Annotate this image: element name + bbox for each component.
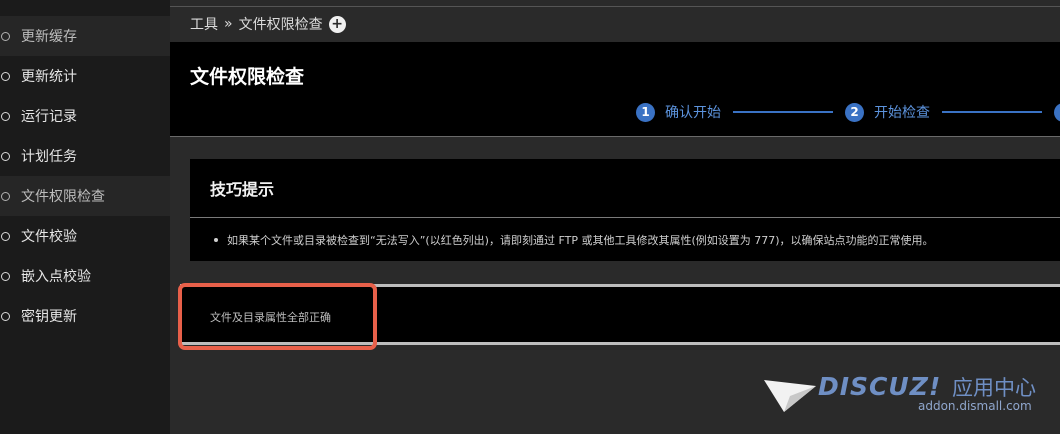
circle-bullet-icon	[1, 111, 10, 121]
breadcrumb: 工具 » 文件权限检查 +	[190, 14, 346, 34]
sidebar-item-run-log[interactable]: 运行记录	[0, 96, 170, 136]
circle-bullet-icon	[1, 311, 10, 321]
tips-panel: 技巧提示 如果某个文件或目录被检查到“无法写入”(以红色列出)，请即刻通过 FT…	[190, 159, 1060, 261]
step-number: 1	[636, 102, 655, 122]
sidebar-item-label: 嵌入点校验	[21, 269, 91, 285]
circle-bullet-icon	[1, 71, 10, 81]
paper-plane-logo-icon	[764, 380, 816, 412]
tips-title: 技巧提示	[190, 159, 1060, 217]
sidebar-item-label: 文件校验	[21, 229, 77, 245]
circle-bullet-icon	[1, 271, 10, 281]
sidebar-item-label: 计划任务	[21, 149, 77, 165]
top-divider	[170, 6, 1060, 7]
watermark: DISCUZ! 应用中心 addon.dismall.com	[762, 370, 1052, 430]
step-indicator: 1 确认开始 2 开始检查 3	[636, 102, 1060, 122]
sidebar-item-label: 更新缓存	[21, 29, 77, 45]
circle-bullet-icon	[1, 231, 10, 241]
page-title: 文件权限检查	[190, 66, 305, 88]
bullet-dot-icon	[214, 237, 218, 242]
step-connector	[733, 111, 833, 113]
sidebar-item-update-cache[interactable]: 更新缓存	[0, 16, 170, 56]
sidebar-item-update-stats[interactable]: 更新统计	[0, 56, 170, 96]
add-shortcut-icon[interactable]: +	[328, 15, 346, 33]
sidebar-item-file-permission-check[interactable]: 文件权限检查	[0, 176, 170, 216]
tips-text: 如果某个文件或目录被检查到“无法写入”(以红色列出)，请即刻通过 FTP 或其他…	[227, 233, 934, 247]
circle-bullet-icon	[1, 191, 10, 201]
step-label-check: 开始检查	[874, 105, 930, 121]
annotation-highlight-box	[178, 283, 377, 350]
watermark-brand: DISCUZ!	[818, 372, 942, 401]
step-number: 3	[1054, 102, 1060, 122]
circle-bullet-icon	[1, 31, 10, 41]
step-connector	[942, 111, 1042, 113]
page-header: 文件权限检查 1 确认开始 2 开始检查 3	[170, 42, 1060, 137]
sidebar-item-label: 运行记录	[21, 109, 77, 125]
sidebar-item-file-verify[interactable]: 文件校验	[0, 216, 170, 256]
sidebar-item-label: 文件权限检查	[21, 189, 105, 205]
sidebar-item-label: 密钥更新	[21, 309, 77, 325]
sidebar-item-hook-verify[interactable]: 嵌入点校验	[0, 256, 170, 296]
sidebar-item-scheduled-tasks[interactable]: 计划任务	[0, 136, 170, 176]
main-content: 工具 » 文件权限检查 + 文件权限检查 1 确认开始 2 开始检查 3 技巧提…	[170, 0, 1060, 434]
watermark-cn: 应用中心	[952, 376, 1036, 400]
breadcrumb-parent[interactable]: 工具	[190, 14, 218, 34]
watermark-url: addon.dismall.com	[918, 399, 1032, 413]
step-label-confirm: 确认开始	[665, 105, 721, 121]
circle-bullet-icon	[1, 151, 10, 161]
step-number: 2	[845, 102, 864, 122]
breadcrumb-separator: »	[224, 16, 233, 32]
sidebar-item-key-update[interactable]: 密钥更新	[0, 296, 170, 336]
sidebar-item-label: 更新统计	[21, 69, 77, 85]
breadcrumb-current: 文件权限检查	[238, 17, 323, 33]
sidebar: 更新缓存 更新统计 运行记录 计划任务 文件权限检查 文件校验 嵌入点校验 密钥…	[0, 0, 170, 434]
tips-body: 如果某个文件或目录被检查到“无法写入”(以红色列出)，请即刻通过 FTP 或其他…	[190, 218, 1060, 261]
